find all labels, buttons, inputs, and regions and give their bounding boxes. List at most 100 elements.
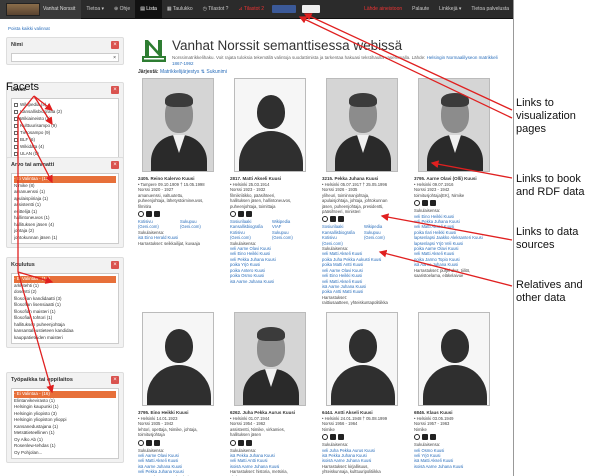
nav-item[interactable]: ▦ Taulukko xyxy=(162,0,198,19)
facet-checkbox-item[interactable]: BLF (6) xyxy=(14,136,116,143)
rdf-icon[interactable] xyxy=(322,216,328,223)
person-photo[interactable] xyxy=(142,78,214,172)
person-detail: toimitusjohtaja(EK), Nimike xyxy=(414,192,465,198)
checkbox-icon[interactable] xyxy=(14,116,18,121)
data-links xyxy=(414,200,494,207)
source-link[interactable]: (Geni.com) xyxy=(180,224,218,229)
book-icon[interactable] xyxy=(330,216,336,223)
nav-item[interactable]: ⊿ Tilastot 2 xyxy=(233,0,269,19)
person-photo[interactable] xyxy=(418,312,490,406)
book-icon[interactable] xyxy=(422,200,428,207)
data-links xyxy=(138,439,218,446)
facet-search-input[interactable]: × xyxy=(11,53,119,62)
sort-surname-link[interactable]: Sukunimi xyxy=(206,69,227,75)
page-subtitle: Norssimatrikkelihaku. Voit rajata tuloks… xyxy=(172,55,502,67)
photo-hair xyxy=(257,327,285,341)
twitter-share-icon[interactable] xyxy=(302,5,320,13)
facet-checkbox-item[interactable]: Wikiaineisto (4) xyxy=(14,115,116,122)
table-icon[interactable] xyxy=(338,216,344,223)
person-card: 6846. Klaus Kuusi • Helsinki 03.05.1949 No… xyxy=(414,312,494,469)
book-icon[interactable] xyxy=(422,434,428,441)
source-link[interactable]: (Geni.com) xyxy=(230,235,268,240)
person-photo[interactable] xyxy=(418,78,490,172)
rdf-icon[interactable] xyxy=(138,439,144,446)
nav-item[interactable]: Tietoa ▾ xyxy=(81,0,109,19)
facet-option[interactable]: Oy Pohjolan... xyxy=(14,450,116,457)
table-icon[interactable] xyxy=(154,211,160,218)
facet-close-icon[interactable]: × xyxy=(111,260,119,269)
data-links xyxy=(230,211,310,218)
book-icon[interactable] xyxy=(238,439,244,446)
facet-close-icon[interactable]: × xyxy=(111,85,119,94)
nav-item[interactable]: ◷ Tilastot ? xyxy=(198,0,234,19)
facet-option[interactable]: johtokunnan jäsen (1) xyxy=(14,235,116,242)
rdf-icon[interactable] xyxy=(414,200,420,207)
table-icon[interactable] xyxy=(246,211,252,218)
silhouette-head xyxy=(349,329,377,363)
rdf-icon[interactable] xyxy=(414,434,420,441)
checkbox-icon[interactable] xyxy=(14,123,18,128)
facet-checkbox-item[interactable]: ULAN (0) xyxy=(14,150,116,157)
facebook-share-icon[interactable] xyxy=(272,5,296,13)
person-photo[interactable] xyxy=(326,312,398,406)
relative-entry: yhteiskunnaja, kulttuuripolitiikka xyxy=(322,469,381,475)
table-icon[interactable] xyxy=(154,439,160,446)
facet-title: Nimi xyxy=(11,41,23,48)
person-photo[interactable] xyxy=(142,312,214,406)
facet-checkbox-item[interactable]: Kansallisbiografia (2) xyxy=(14,108,116,115)
nav-item[interactable]: ▤ Lista xyxy=(135,0,162,19)
sort-bar: Järjestä: Matrikkelijärjestys ⇅ Sukunimi xyxy=(138,69,227,75)
photo-hair xyxy=(441,93,469,107)
brand[interactable]: Vanhat Norssit xyxy=(0,0,82,19)
facet-option[interactable]: kauppatieteiden maisteri xyxy=(14,335,116,342)
person-detail: pääsihteeri, ministeri xyxy=(322,209,361,215)
relative-entry[interactable]: lapsenlapsi Jaakko Aleksanteri Kuusi xyxy=(414,235,494,240)
book-icon[interactable] xyxy=(146,211,152,218)
source-link[interactable]: (Geni.com) xyxy=(272,235,310,240)
facet-close-icon[interactable]: × xyxy=(111,375,119,384)
checkbox-icon[interactable] xyxy=(14,137,18,142)
nav-right-item[interactable]: Tietoa palvelusta xyxy=(466,0,513,19)
checkbox-icon[interactable] xyxy=(14,102,18,107)
annotation-data-source-links: Links to data sources xyxy=(516,226,578,252)
rdf-icon[interactable] xyxy=(138,211,144,218)
book-icon[interactable] xyxy=(146,439,152,446)
person-card: 3215. Pekka Juhana Kuusi • Helsinki 05.07… xyxy=(322,78,402,306)
relative-entry[interactable]: isä Aarne Juhana Kuusi xyxy=(230,279,310,284)
person-photo[interactable] xyxy=(326,78,398,172)
facet-checkbox-item[interactable]: Kulttuurisampo (9) xyxy=(14,122,116,129)
facet-item-label: Kansallisbiografia (2) xyxy=(20,109,63,114)
rdf-icon[interactable] xyxy=(230,211,236,218)
source-link[interactable] xyxy=(364,241,402,246)
checkbox-icon[interactable] xyxy=(14,109,18,114)
nav-right-item[interactable]: Linkkejä ▾ xyxy=(434,0,466,19)
clear-icon[interactable]: × xyxy=(113,55,116,61)
person-photo[interactable] xyxy=(234,78,306,172)
clear-all-link[interactable]: Poista kaikki valinnat xyxy=(8,26,126,31)
nav-right-item[interactable]: Lähde aineistoon xyxy=(359,0,407,19)
book-icon[interactable] xyxy=(238,211,244,218)
rdf-icon[interactable] xyxy=(322,434,328,441)
annotation-visualization-links: Links to visualization pages xyxy=(516,97,576,136)
facet-checkbox-item[interactable]: Tietosampo (9) xyxy=(14,129,116,136)
table-icon[interactable] xyxy=(430,200,436,207)
book-icon[interactable] xyxy=(330,434,336,441)
nav-right-item[interactable]: Palaute xyxy=(407,0,434,19)
checkbox-icon[interactable] xyxy=(14,130,18,135)
rdf-icon[interactable] xyxy=(230,439,236,446)
person-photo[interactable] xyxy=(234,312,306,406)
facet-panel: Nimi × × xyxy=(6,37,124,65)
facet-checkbox-item[interactable]: Wikidata (4) xyxy=(14,143,116,150)
facet-close-icon[interactable]: × xyxy=(111,40,119,49)
sort-matrikkeli-link[interactable]: Matrikkelijärjestys ⇅ xyxy=(160,69,205,75)
checkbox-icon[interactable] xyxy=(14,144,18,149)
checkbox-icon[interactable] xyxy=(14,151,18,156)
nav-item[interactable]: ⊕ Ohje xyxy=(109,0,135,19)
facet-close-icon[interactable]: × xyxy=(111,160,119,169)
facet-checkbox-item[interactable]: Wikipedia (4) xyxy=(14,101,116,108)
silhouette-body xyxy=(147,365,211,405)
table-icon[interactable] xyxy=(338,434,344,441)
table-icon[interactable] xyxy=(430,434,436,441)
relative-entry[interactable]: isoisä Aarne Juhana Kuusi xyxy=(414,464,494,469)
table-icon[interactable] xyxy=(246,439,252,446)
